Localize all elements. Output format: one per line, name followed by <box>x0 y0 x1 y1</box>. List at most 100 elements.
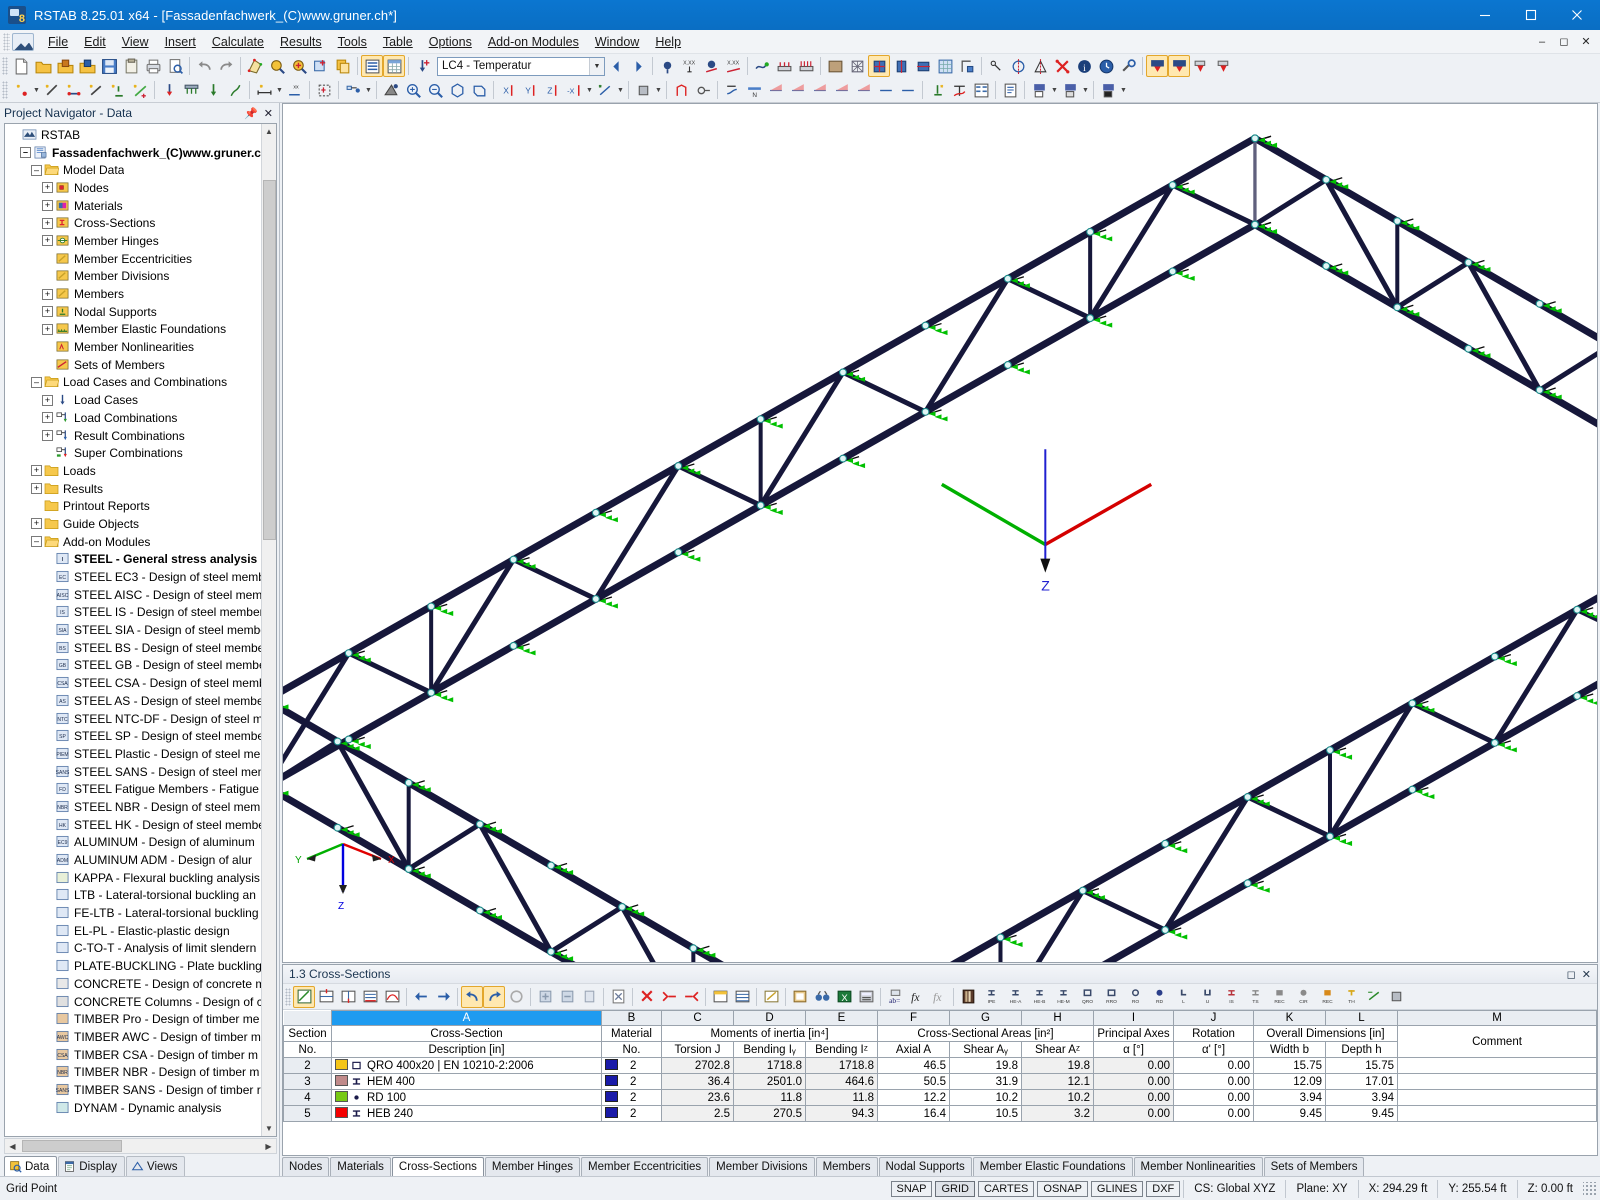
save-icon[interactable] <box>98 55 120 77</box>
tree-item-timber-csa-design-of-timber-m[interactable]: CSA TIMBER CSA - Design of timber m <box>7 1046 261 1064</box>
open-package-icon[interactable] <box>54 55 76 77</box>
row-comment[interactable] <box>1397 1057 1597 1074</box>
menu-addon-modules[interactable]: Add-on Modules <box>480 32 587 52</box>
row-shear-az[interactable]: 12.1 <box>1021 1073 1094 1090</box>
status-toggle-osnap[interactable]: OSNAP <box>1037 1180 1088 1197</box>
view-point-icon[interactable] <box>700 55 722 77</box>
tree-item-steel-nbr-design-of-steel-memb[interactable]: NBR STEEL NBR - Design of steel memb <box>7 798 261 816</box>
column-header-E[interactable]: E <box>805 1010 878 1026</box>
tree-item-member-divisions[interactable]: Member Divisions <box>7 268 261 286</box>
node-snap-icon[interactable] <box>985 55 1007 77</box>
new-support-icon[interactable] <box>107 79 129 101</box>
section-type-he-b-icon[interactable]: HE-B <box>1027 986 1051 1008</box>
tree-item-timber-awc-design-of-timber-m[interactable]: AWC TIMBER AWC - Design of timber m <box>7 1028 261 1046</box>
table-maximize-icon[interactable]: ◻ <box>1567 968 1576 981</box>
row-alpha-prime[interactable]: 0.00 <box>1173 1089 1254 1106</box>
Vy-diagram-icon[interactable] <box>765 79 787 101</box>
row-alpha[interactable]: 0.00 <box>1093 1057 1174 1074</box>
tree-item-members[interactable]: + Members <box>7 285 261 303</box>
Mz-diagram-icon[interactable] <box>853 79 875 101</box>
tree-item-el-pl-elastic-plastic-design[interactable]: EL-PL - Elastic-plastic design <box>7 922 261 940</box>
row-bending-iz[interactable]: 1718.8 <box>805 1057 878 1074</box>
section-type-ro-icon[interactable]: RO <box>1123 986 1147 1008</box>
rainbow-icon[interactable] <box>381 986 403 1008</box>
tree-item-materials[interactable]: + Materials <box>7 197 261 215</box>
scroll-thumb[interactable] <box>262 180 276 540</box>
section-type-rec-icon[interactable]: REC <box>1267 986 1291 1008</box>
load-down-3-icon[interactable] <box>1190 55 1212 77</box>
column-header-I[interactable]: I <box>1093 1010 1174 1026</box>
pz-diagram-icon[interactable] <box>897 79 919 101</box>
tree-item-load-cases[interactable]: + Load Cases <box>7 391 261 409</box>
tree-expand-toggle[interactable]: + <box>42 288 53 300</box>
tree-item-steel-plastic-design-of-steel-mer[interactable]: PIEM STEEL Plastic - Design of steel mer <box>7 745 261 763</box>
row-bending-iy[interactable]: 270.5 <box>733 1105 806 1122</box>
table-row[interactable]: 3 HEM 400 2 36.4 2501.0 464.6 50.5 31.9 12.1 0.00… <box>283 1073 1597 1090</box>
menu-insert[interactable]: Insert <box>157 32 204 52</box>
row-shear-az[interactable]: 10.2 <box>1021 1089 1094 1106</box>
pin-icon[interactable]: 📌 <box>244 107 258 120</box>
dimension-icon[interactable] <box>253 79 275 101</box>
xx-dimension-icon[interactable]: xx <box>284 79 306 101</box>
table-tab-nodal-supports[interactable]: Nodal Supports <box>878 1157 972 1176</box>
tree-collapse-toggle[interactable]: – <box>31 164 42 176</box>
column-header-M[interactable]: M <box>1397 1010 1597 1026</box>
delete-row-icon[interactable] <box>359 986 381 1008</box>
row-depth-h[interactable]: 3.94 <box>1325 1089 1398 1106</box>
solid-view-icon[interactable] <box>632 79 654 101</box>
table-tab-member-elastic-foundations[interactable]: Member Elastic Foundations <box>972 1157 1133 1176</box>
table-toolbar-grip[interactable] <box>285 987 291 1006</box>
next-lc-icon[interactable] <box>627 55 649 77</box>
tree-collapse-toggle[interactable]: – <box>31 376 42 388</box>
row-torsion-j[interactable]: 23.6 <box>661 1089 734 1106</box>
table-row[interactable]: 2 QRO 400x20 | EN 10210-2:2006 2 2702.8 1718… <box>283 1057 1597 1074</box>
section-icon[interactable] <box>956 55 978 77</box>
table-grid-icon[interactable] <box>731 986 753 1008</box>
close-button[interactable] <box>1554 0 1600 30</box>
redo-icon[interactable] <box>215 55 237 77</box>
calculator-icon[interactable] <box>855 986 877 1008</box>
new-member-div-icon[interactable] <box>85 79 107 101</box>
del-right-icon[interactable] <box>680 986 702 1008</box>
menu-file[interactable]: File <box>40 32 76 52</box>
tree-expand-toggle[interactable]: + <box>42 200 53 212</box>
library-icon[interactable] <box>957 986 979 1008</box>
scroll-right-icon[interactable]: ▶ <box>261 1139 276 1153</box>
support-reaction-icon[interactable] <box>926 79 948 101</box>
column-header-F[interactable]: F <box>877 1010 950 1026</box>
mdi-restore-button[interactable]: ◻ <box>1554 33 1574 51</box>
tree-item-steel-is-design-of-steel-member[interactable]: IS STEEL IS - Design of steel member <box>7 604 261 622</box>
tree-item-steel-as-design-of-steel-membe[interactable]: AS STEEL AS - Design of steel membe <box>7 692 261 710</box>
tab-views[interactable]: Views <box>126 1156 186 1176</box>
tree-expand-toggle[interactable]: + <box>31 465 42 477</box>
grid-surface-icon[interactable] <box>934 55 956 77</box>
tree-expand-toggle[interactable]: + <box>42 430 53 442</box>
settings-icon[interactable] <box>789 986 811 1008</box>
tree-item-timber-sans-design-of-timber-r[interactable]: SANS TIMBER SANS - Design of timber r <box>7 1081 261 1099</box>
tree-item-timber-nbr-design-of-timber-m[interactable]: NBR TIMBER NBR - Design of timber m <box>7 1063 261 1081</box>
frame-icon[interactable] <box>670 79 692 101</box>
row-material-cell[interactable]: 2 <box>601 1089 662 1106</box>
row-alpha-prime[interactable]: 0.00 <box>1173 1057 1254 1074</box>
N-diagram-icon[interactable]: N <box>743 79 765 101</box>
new-member-icon[interactable] <box>41 79 63 101</box>
row-shear-ay[interactable]: 10.5 <box>949 1105 1022 1122</box>
section-type-he-m-icon[interactable]: HE-M <box>1051 986 1075 1008</box>
cross-sections-grid[interactable]: A B C D E F G H I J K L M Section Cross-Section Materia… <box>283 1010 1597 1155</box>
tree-item-load-combinations[interactable]: + Load Combinations <box>7 409 261 427</box>
tree-item-load-cases-and-combinations[interactable]: – Load Cases and Combinations <box>7 374 261 392</box>
tree-item-aluminum-adm-design-of-alur[interactable]: ADM ALUMINUM ADM - Design of alur <box>7 851 261 869</box>
xx-value-icon[interactable]: X.XX <box>722 55 744 77</box>
menu-window[interactable]: Window <box>587 32 647 52</box>
row-alpha-prime[interactable]: 0.00 <box>1173 1073 1254 1090</box>
section-type-qro-icon[interactable]: QRO <box>1075 986 1099 1008</box>
zoom-select-icon[interactable] <box>310 55 332 77</box>
prev-lc-icon[interactable] <box>605 55 627 77</box>
chevron-down-icon[interactable]: ▼ <box>616 79 625 101</box>
new-load-case-icon[interactable] <box>412 55 434 77</box>
tree-collapse-toggle[interactable]: – <box>31 536 42 548</box>
column-header-K[interactable]: K <box>1253 1010 1326 1026</box>
tree-item-steel-sans-design-of-steel-mem[interactable]: SANS STEEL SANS - Design of steel mem <box>7 763 261 781</box>
tree-item-steel-ntc-df-design-of-steel-m[interactable]: NTC STEEL NTC-DF - Design of steel m <box>7 710 261 728</box>
scroll-down-icon[interactable]: ▼ <box>261 1121 276 1136</box>
